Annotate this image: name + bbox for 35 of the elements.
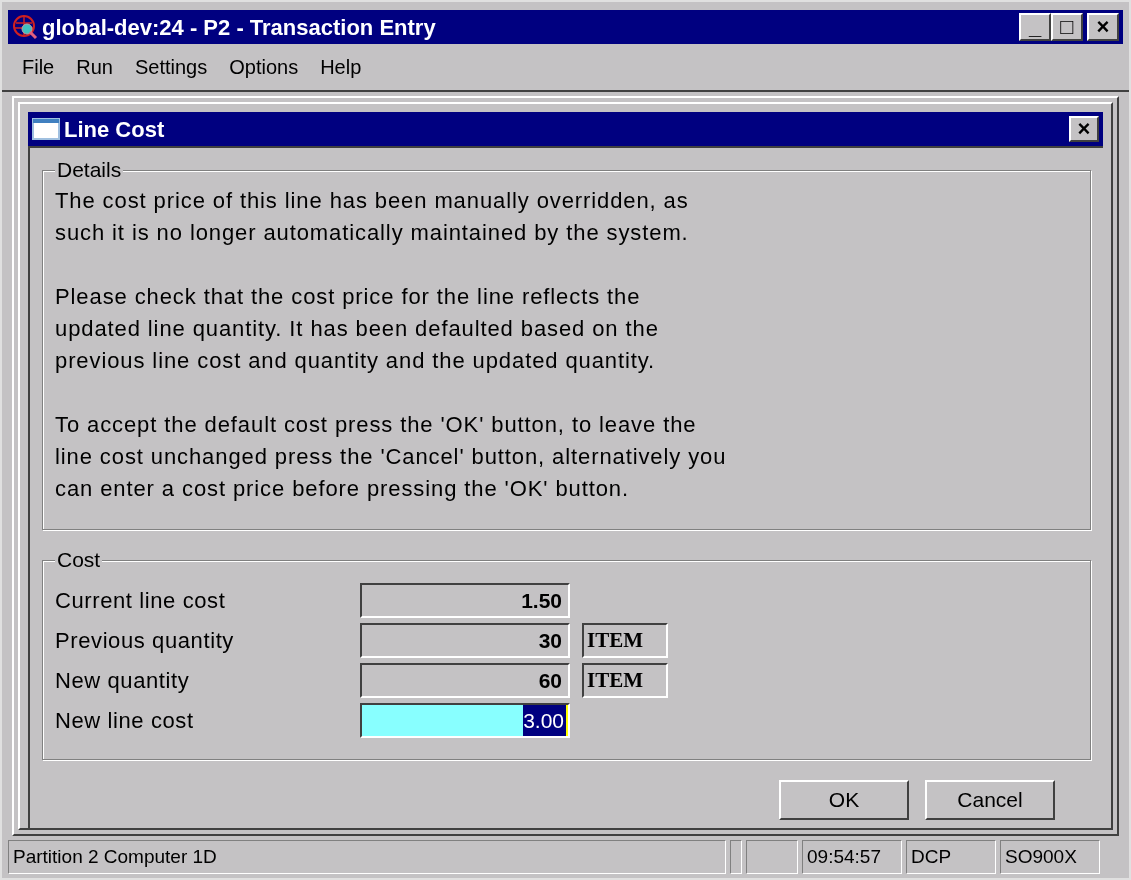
status-panel: Partition 2 Computer 1D — [8, 840, 726, 874]
dialog-title: Line Cost — [64, 115, 166, 144]
field-label: New quantity — [55, 667, 191, 695]
status-panel: 09:54:57 — [802, 840, 902, 874]
window-title: global-dev:24 - P2 - Transaction Entry — [42, 13, 437, 42]
menu-item[interactable]: Options — [229, 52, 299, 82]
unit-field: ITEM — [582, 663, 668, 698]
instruction-paragraph: To accept the default cost press the 'OK' button, to leave the line cost unchanged press the 'Cancel' button, alternatively you can enter a cost price before pressing the 'OK' button. — [55, 411, 728, 503]
unit-field: ITEM — [582, 623, 668, 658]
field-value: 1.50 — [521, 587, 563, 614]
maximize-button[interactable]: □ — [1051, 13, 1083, 41]
field-label: Previous quantity — [55, 627, 235, 655]
globe-magnifier-icon — [12, 14, 38, 40]
field-value: 60 — [538, 667, 563, 694]
field-value: 30 — [538, 627, 563, 654]
menu-item[interactable]: Help — [320, 52, 362, 82]
status-panel — [730, 840, 742, 874]
field-value: 3.00 — [523, 704, 568, 737]
field-label: Current line cost — [55, 587, 227, 615]
instruction-paragraph: Please check that the cost price for the line reflects the updated line quantity. It has been defaulted based on the previous line cost and quantity and the updated quantity. — [55, 283, 660, 375]
status-panel: SO900X — [1000, 840, 1100, 874]
window-icon — [32, 118, 60, 140]
close-button[interactable]: × — [1069, 116, 1099, 142]
value-field[interactable]: 3.00 — [360, 703, 570, 738]
ok-button[interactable]: OK — [779, 780, 909, 820]
menu-item[interactable]: Settings — [134, 52, 208, 82]
cancel-button[interactable]: Cancel — [925, 780, 1055, 820]
status-panel — [746, 840, 798, 874]
instruction-paragraph: The cost price of this line has been manually overridden, as such it is no longer automatically maintained by the system. — [55, 187, 690, 247]
menu-item[interactable]: File — [22, 52, 55, 82]
status-panel: DCP — [906, 840, 996, 874]
minimize-button[interactable]: _ — [1019, 13, 1051, 41]
menu-item[interactable]: Run — [76, 52, 113, 82]
field-label: New line cost — [55, 707, 195, 735]
close-button[interactable]: × — [1087, 13, 1119, 41]
